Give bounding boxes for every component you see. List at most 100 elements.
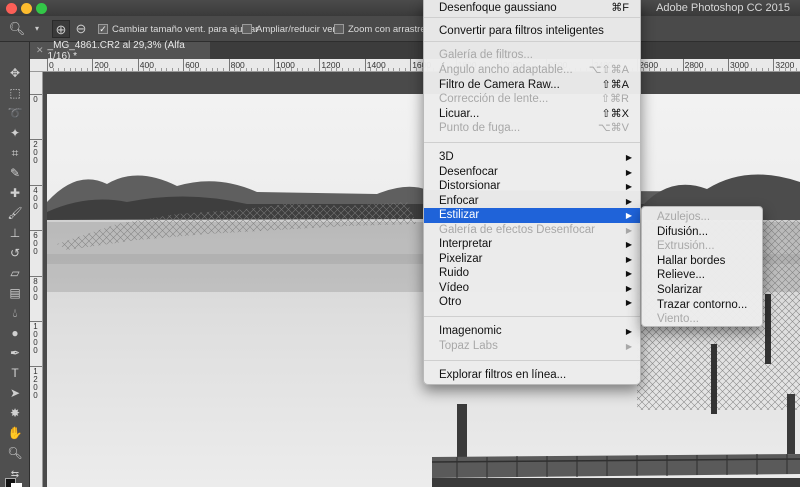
ruler-minor-tick	[705, 68, 707, 71]
menu-item-interpretar[interactable]: Interpretar ▶	[424, 237, 640, 252]
menu-item-otro[interactable]: Otro ▶	[424, 295, 640, 310]
menu-item-label: Otro	[439, 296, 462, 308]
move-tool-icon[interactable]: ✥	[4, 64, 26, 82]
tools-panel: ✥ ⬚ ➰ ✦ ⌗ ✎ ✚ 🖌︎ ⊥ ↺ ▱ ▤ 💧︎ ● ✒ T ➤ ✸ ✋ …	[0, 42, 30, 487]
menu-item-licuar[interactable]: Licuar... ⇧⌘X	[424, 107, 640, 122]
resize-windows-checkbox[interactable]: ✓ Cambiar tamaño vent. para ajustar	[98, 16, 258, 42]
minimize-window-button[interactable]	[21, 3, 32, 14]
menu-item-filtro-de-camera-raw[interactable]: Filtro de Camera Raw... ⇧⌘A	[424, 78, 640, 93]
menu-item-desenfocar[interactable]: Desenfocar ▶	[424, 165, 640, 180]
ruler-minor-tick	[245, 68, 247, 71]
ruler-minor-tick	[109, 68, 111, 71]
ruler-minor-tick	[64, 68, 66, 71]
ruler-minor-tick	[222, 68, 224, 71]
menu-item-video[interactable]: Vídeo ▶	[424, 281, 640, 296]
document-tab[interactable]: ✕ _MG_4861.CR2 al 29,3% (Alfa 1/16) *	[30, 40, 210, 62]
ruler-minor-tick	[722, 68, 724, 71]
maximize-window-button[interactable]	[36, 3, 47, 14]
submenu-item-hallar-bordes[interactable]: Hallar bordes	[642, 254, 762, 269]
zoom-out-icon[interactable]: ⊖	[72, 20, 90, 38]
ruler-minor-tick	[262, 68, 264, 71]
ruler-minor-tick	[308, 68, 310, 71]
stylize-submenu: Azulejos... Difusión... Extrusión... Hallar…	[641, 206, 763, 327]
gradient-tool-icon[interactable]: ▤	[4, 284, 26, 302]
menu-item-desenfoque-gaussiano[interactable]: Desenfoque gaussiano ⌘F	[424, 1, 640, 16]
menu-item-label: Vídeo	[439, 282, 470, 294]
zoom-tool-icon[interactable]: 🔍︎	[4, 444, 26, 462]
scrubby-zoom-checkbox[interactable]: Zoom con arrastre	[334, 16, 426, 42]
close-tab-icon[interactable]: ✕	[36, 45, 44, 56]
quick-selection-tool-icon[interactable]: ✦	[4, 124, 26, 142]
menu-item-label: Licuar...	[439, 108, 480, 120]
zoom-in-icon[interactable]: ⊕	[52, 20, 70, 38]
type-tool-icon[interactable]: T	[4, 364, 26, 382]
app-title: Adobe Photoshop CC 2015	[656, 2, 790, 14]
menu-item-explorar-filtros-en-linea[interactable]: Explorar filtros en línea...	[424, 368, 640, 383]
submenu-arrow-icon: ▶	[625, 269, 632, 278]
menu-item-label: Filtro de Camera Raw...	[439, 79, 560, 91]
ruler-minor-tick	[659, 68, 661, 71]
zoom-resize-checkbox[interactable]: Ampliar/reducir vent.	[242, 16, 343, 42]
hand-tool-icon[interactable]: ✋	[4, 424, 26, 442]
ruler-minor-tick	[251, 68, 253, 71]
lasso-tool-icon[interactable]: ➰	[4, 104, 26, 122]
ruler-tick	[47, 59, 48, 71]
ruler-tick	[183, 59, 185, 71]
submenu-item-solarizar[interactable]: Solarizar	[642, 283, 762, 298]
ruler-minor-tick	[132, 68, 134, 71]
background-color-swatch[interactable]	[11, 483, 22, 487]
brush-tool-icon[interactable]: 🖌︎	[4, 204, 26, 222]
menu-item-label: Galería de filtros...	[439, 49, 533, 61]
menu-item-enfocar[interactable]: Enfocar ▶	[424, 194, 640, 209]
healing-brush-tool-icon[interactable]: ✚	[4, 184, 26, 202]
ruler-label: 1200	[33, 367, 38, 401]
menu-item-pixelizar[interactable]: Pixelizar ▶	[424, 252, 640, 267]
shape-tool-icon[interactable]: ✸	[4, 404, 26, 422]
ruler-minor-tick	[256, 68, 258, 71]
menu-shortcut: ⌥⇧⌘A	[588, 64, 629, 76]
ruler-minor-tick	[268, 68, 270, 71]
checkbox-checked-icon: ✓	[98, 24, 108, 34]
menu-item-imagenomic[interactable]: Imagenomic ▶	[424, 324, 640, 339]
close-window-button[interactable]	[6, 3, 17, 14]
submenu-arrow-icon: ▶	[625, 226, 632, 235]
menu-item-label: Galería de efectos Desenfocar	[439, 224, 595, 236]
menu-item-distorsionar[interactable]: Distorsionar ▶	[424, 179, 640, 194]
path-selection-tool-icon[interactable]: ➤	[4, 384, 26, 402]
ruler-minor-tick	[671, 68, 673, 71]
submenu-arrow-icon: ▶	[625, 255, 632, 264]
ruler-tick	[228, 59, 230, 71]
dodge-tool-icon[interactable]: ●	[4, 324, 26, 342]
menu-item-label: Ángulo ancho adaptable...	[439, 64, 573, 76]
menu-item-estilizar[interactable]: Estilizar ▶	[424, 208, 640, 223]
ruler-minor-tick	[205, 68, 207, 71]
ruler-tick	[773, 59, 775, 71]
menu-item-label: Desenfoque gaussiano	[439, 2, 557, 14]
ruler-minor-tick	[126, 68, 128, 71]
marquee-tool-icon[interactable]: ⬚	[4, 84, 26, 102]
ruler-label: 400	[33, 185, 38, 211]
ruler-minor-tick	[342, 68, 344, 71]
submenu-item-difusion[interactable]: Difusión...	[642, 225, 762, 240]
crop-tool-icon[interactable]: ⌗	[4, 144, 26, 162]
eyedropper-tool-icon[interactable]: ✎	[4, 164, 26, 182]
submenu-arrow-icon: ▶	[625, 298, 632, 307]
checkbox-unchecked-icon	[242, 24, 252, 34]
submenu-item-trazar-contorno[interactable]: Trazar contorno...	[642, 298, 762, 313]
menu-item-3d[interactable]: 3D ▶	[424, 150, 640, 165]
clone-stamp-tool-icon[interactable]: ⊥	[4, 224, 26, 242]
history-brush-tool-icon[interactable]: ↺	[4, 244, 26, 262]
menu-item-galeria-de-efectos-desenfocar: Galería de efectos Desenfocar ▶	[424, 223, 640, 238]
menu-item-ruido[interactable]: Ruido ▶	[424, 266, 640, 281]
submenu-item-relieve[interactable]: Relieve...	[642, 268, 762, 283]
menu-item-convertir-para-filtros-inteligentes[interactable]: Convertir para filtros inteligentes	[424, 24, 640, 39]
zoom-tool-preset-icon[interactable]: 🔍︎	[8, 20, 26, 38]
eraser-tool-icon[interactable]: ▱	[4, 264, 26, 282]
pen-tool-icon[interactable]: ✒	[4, 344, 26, 362]
resize-windows-label: Cambiar tamaño vent. para ajustar	[112, 23, 259, 35]
ruler-label: 200	[94, 60, 109, 70]
ruler-label: 200	[33, 140, 38, 166]
chevron-down-icon[interactable]: ▾	[28, 20, 46, 38]
blur-tool-icon[interactable]: 💧︎	[4, 304, 26, 322]
ruler-minor-tick	[347, 68, 349, 71]
